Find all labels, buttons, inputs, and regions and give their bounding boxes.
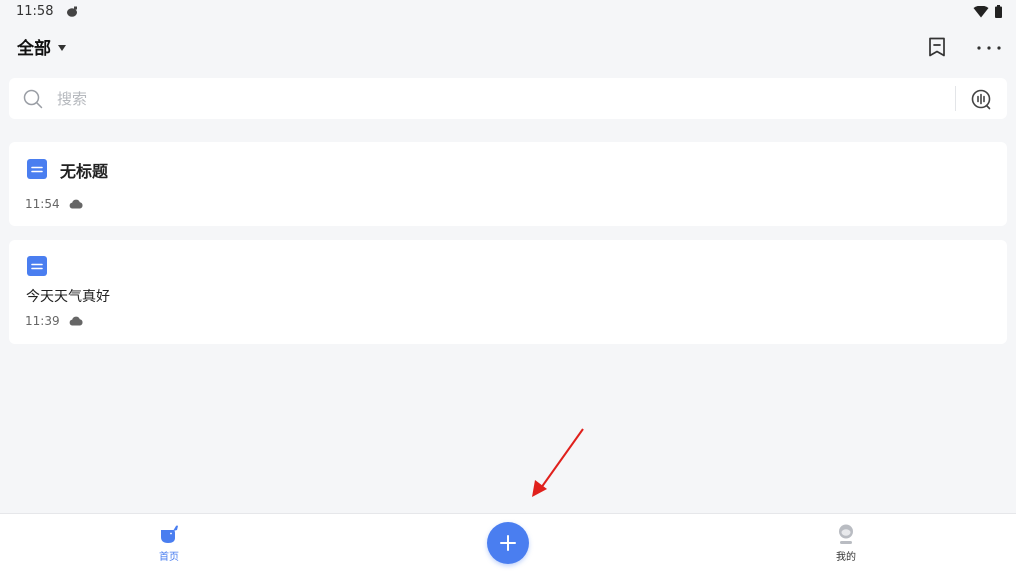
search-bar — [9, 78, 1007, 119]
caret-down-icon — [58, 44, 66, 51]
note-meta: 11:39 — [25, 314, 83, 328]
profile-icon — [839, 524, 853, 544]
note-title: 无标题 — [60, 162, 109, 181]
plus-icon — [500, 535, 516, 551]
cloud-icon — [69, 316, 83, 326]
status-time: 11:58 — [16, 4, 54, 19]
note-meta: 11:54 — [25, 197, 83, 211]
cloud-icon — [69, 199, 83, 209]
whale-home-icon — [161, 525, 178, 543]
status-indicators — [973, 5, 1002, 18]
bookmark-icon[interactable] — [926, 36, 948, 58]
nav-home[interactable]: 首页 — [139, 522, 199, 568]
note-time: 11:54 — [25, 197, 60, 211]
nav-home-label: 首页 — [159, 552, 179, 563]
search-divider — [955, 86, 956, 111]
nav-me-label: 我的 — [836, 552, 856, 563]
app-notification-icon — [67, 6, 77, 17]
notes-app-screen: 11:58 全部 搜索 无标题 11:54 今天天气真好 11:39 首页 我的 — [0, 0, 1016, 572]
search-input[interactable] — [55, 87, 939, 111]
note-body: 今天天气真好 — [26, 289, 110, 305]
voice-search-icon[interactable] — [970, 88, 992, 110]
folder-filter-dropdown[interactable]: 全部 — [17, 34, 66, 59]
document-icon — [27, 159, 47, 179]
note-card[interactable]: 今天天气真好 11:39 — [9, 240, 1007, 344]
nav-me[interactable]: 我的 — [816, 522, 876, 568]
wifi-icon — [973, 5, 989, 17]
more-dots-icon[interactable] — [975, 36, 1003, 58]
note-card[interactable]: 无标题 11:54 — [9, 142, 1007, 226]
document-icon — [27, 256, 47, 276]
top-bar: 全部 — [0, 30, 1016, 64]
folder-filter-label: 全部 — [17, 39, 51, 59]
battery-icon — [995, 5, 1002, 18]
note-time: 11:39 — [25, 314, 60, 328]
status-bar: 11:58 — [0, 0, 1016, 26]
search-icon — [23, 89, 43, 109]
add-note-button[interactable] — [487, 522, 529, 564]
